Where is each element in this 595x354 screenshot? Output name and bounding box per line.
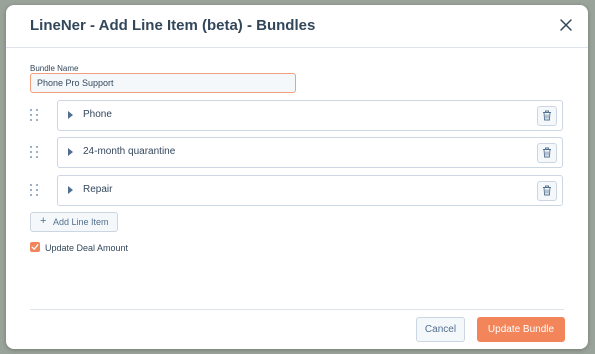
line-item-card[interactable]: Repair <box>57 175 563 206</box>
dialog-header: LineNer - Add Line Item (beta) - Bundles <box>6 5 588 48</box>
add-line-item-button[interactable]: + Add Line Item <box>30 212 118 232</box>
cancel-button[interactable]: Cancel <box>416 317 465 342</box>
update-deal-amount-checkbox[interactable] <box>30 242 40 252</box>
line-item-row: 24-month quarantine <box>28 137 563 168</box>
line-item-label: Phone <box>83 109 112 120</box>
drag-handle-icon[interactable] <box>28 108 40 122</box>
trash-icon <box>543 110 551 121</box>
cancel-button-label: Cancel <box>424 324 457 335</box>
bundle-name-label: Bundle Name <box>30 64 79 73</box>
line-item-label: Repair <box>83 184 113 195</box>
update-bundle-button-label: Update Bundle <box>487 324 555 335</box>
add-line-item-label: Add Line Item <box>53 217 109 227</box>
delete-line-item-button[interactable] <box>537 106 557 126</box>
plus-icon: + <box>40 215 47 227</box>
line-item-row: Repair <box>28 175 563 206</box>
close-button[interactable] <box>558 17 574 33</box>
trash-icon <box>543 147 551 158</box>
bundle-name-input[interactable] <box>30 73 296 93</box>
line-item-row: Phone <box>28 100 563 131</box>
update-bundle-button[interactable]: Update Bundle <box>477 317 565 342</box>
line-item-card[interactable]: Phone <box>57 100 563 131</box>
close-icon <box>560 19 572 31</box>
checkmark-icon <box>31 244 39 250</box>
expand-caret-icon[interactable] <box>68 148 73 156</box>
bundle-dialog: LineNer - Add Line Item (beta) - Bundles… <box>6 5 588 349</box>
delete-line-item-button[interactable] <box>537 181 557 201</box>
footer-divider <box>30 309 564 310</box>
expand-caret-icon[interactable] <box>68 111 73 119</box>
update-deal-amount-label: Update Deal Amount <box>45 243 129 253</box>
delete-line-item-button[interactable] <box>537 143 557 163</box>
drag-handle-icon[interactable] <box>28 145 40 159</box>
line-item-card[interactable]: 24-month quarantine <box>57 137 563 168</box>
drag-handle-icon[interactable] <box>28 183 40 197</box>
expand-caret-icon[interactable] <box>68 186 73 194</box>
line-item-label: 24-month quarantine <box>83 146 176 157</box>
dialog-title: LineNer - Add Line Item (beta) - Bundles <box>30 17 316 34</box>
trash-icon <box>543 185 551 196</box>
